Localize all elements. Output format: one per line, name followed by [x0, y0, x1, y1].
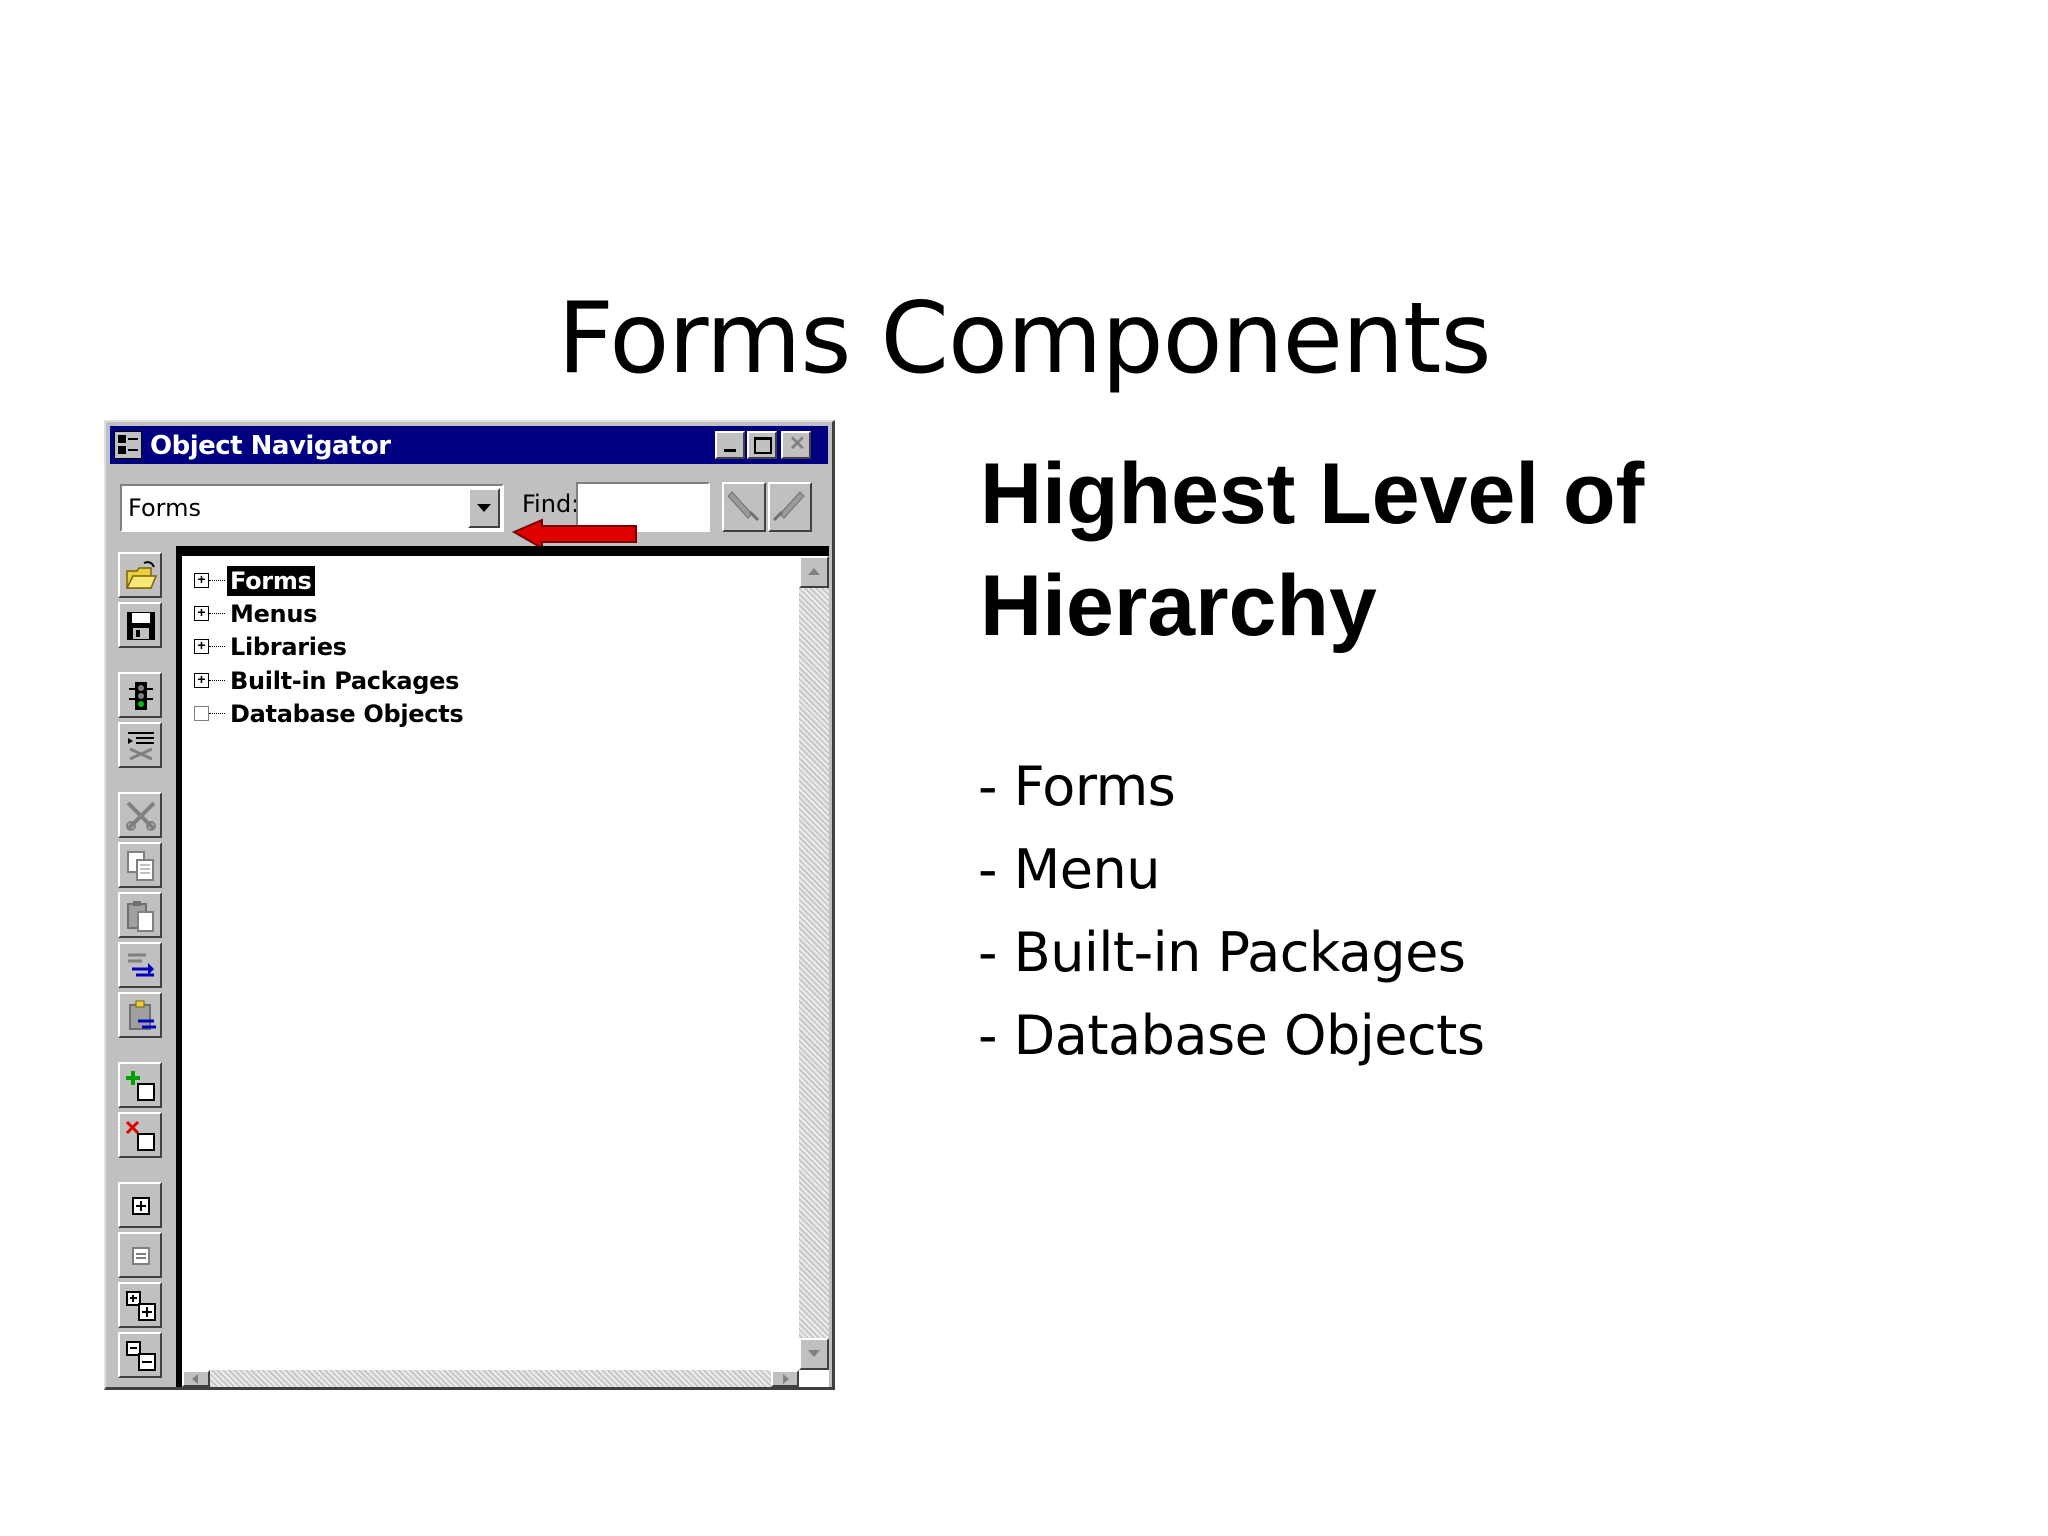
delete-icon	[125, 1120, 155, 1151]
find-label: Find:	[522, 490, 580, 518]
scroll-down-button[interactable]	[799, 1338, 829, 1370]
dropdown-value: Forms	[128, 494, 201, 522]
maximize-button[interactable]	[747, 431, 777, 459]
copy-icon	[127, 851, 154, 881]
object-type-dropdown[interactable]: Forms	[120, 484, 504, 532]
expand-node-icon[interactable]: +	[194, 605, 209, 621]
expand-all-button[interactable]	[118, 1282, 162, 1328]
slide-title: Forms Components	[557, 282, 1491, 396]
search-forward-button[interactable]	[722, 482, 766, 532]
object-tree-pane: + Forms + Menus + Libraries + Built-in P…	[176, 546, 829, 1387]
window-title: Object Navigator	[150, 431, 391, 461]
vertical-scrollbar[interactable]	[799, 556, 829, 1370]
empty-node-icon	[194, 706, 209, 721]
object-tree: + Forms + Menus + Libraries + Built-in P…	[182, 556, 799, 1370]
save-icon	[127, 612, 155, 640]
scroll-right-button[interactable]	[771, 1370, 799, 1387]
tree-node-label[interactable]: Libraries	[227, 632, 350, 662]
scroll-up-button[interactable]	[799, 556, 829, 588]
minimize-icon	[724, 449, 736, 452]
expand-button[interactable]	[118, 1182, 162, 1228]
arrow-right-icon	[783, 1374, 789, 1384]
collapse-icon	[132, 1247, 150, 1265]
slide-heading: Highest Level of Hierarchy	[980, 446, 1645, 654]
close-icon: ✕	[789, 433, 806, 455]
expand-icon	[132, 1197, 150, 1215]
bullet-forms: - Forms	[978, 755, 1176, 818]
maximize-icon	[754, 437, 772, 454]
tree-node-label[interactable]: Database Objects	[227, 699, 466, 729]
object-navigator-window: Object Navigator ✕ Forms Find: + Forms +…	[104, 420, 835, 1390]
collapse-all-icon	[126, 1341, 156, 1371]
title-bar[interactable]: Object Navigator ✕	[110, 426, 828, 464]
paste-icon	[127, 901, 154, 932]
object-navigator-app-icon	[114, 431, 142, 459]
save-button[interactable]	[118, 602, 162, 648]
expand-node-icon[interactable]: +	[194, 572, 209, 588]
bullet-menu: - Menu	[978, 838, 1160, 901]
run-button[interactable]	[118, 672, 162, 718]
collapse-all-button[interactable]	[118, 1332, 162, 1378]
paste-properties-icon	[129, 1000, 156, 1030]
bullet-list: - Forms - Menu - Built-in Packages - Dat…	[978, 745, 1485, 1077]
open-button[interactable]	[118, 552, 162, 598]
close-button[interactable]: ✕	[781, 431, 811, 459]
tree-node-label[interactable]: Menus	[227, 599, 320, 629]
flashlight-forward-icon	[727, 491, 760, 522]
paste-properties-button[interactable]	[118, 992, 162, 1038]
arrow-up-icon	[808, 568, 820, 575]
delete-button[interactable]	[118, 1112, 162, 1158]
cut-button[interactable]	[118, 792, 162, 838]
search-backward-button[interactable]	[768, 482, 812, 532]
expand-node-icon[interactable]: +	[194, 638, 209, 654]
scroll-left-button[interactable]	[182, 1370, 210, 1387]
copy-properties-icon	[128, 953, 154, 977]
copy-button[interactable]	[118, 842, 162, 888]
copy-properties-button[interactable]	[118, 942, 162, 988]
expand-all-icon	[126, 1291, 156, 1321]
collapse-button[interactable]	[118, 1232, 162, 1278]
paste-button[interactable]	[118, 892, 162, 938]
bullet-database-objects: - Database Objects	[978, 1004, 1485, 1067]
horizontal-scrollbar[interactable]	[182, 1370, 799, 1387]
debug-icon	[128, 732, 154, 761]
flashlight-backward-icon	[772, 491, 805, 522]
minimize-button[interactable]	[715, 431, 745, 459]
bullet-built-in-packages: - Built-in Packages	[978, 921, 1466, 984]
arrow-down-icon	[808, 1350, 820, 1357]
create-icon	[126, 1071, 155, 1101]
debug-button[interactable]	[118, 722, 162, 768]
chevron-down-icon[interactable]	[468, 488, 500, 528]
expand-node-icon[interactable]: +	[194, 672, 209, 688]
arrow-left-icon	[192, 1374, 198, 1384]
tree-node-label[interactable]: Forms	[227, 566, 315, 596]
open-icon	[125, 561, 158, 589]
tree-node-label[interactable]: Built-in Packages	[227, 666, 462, 696]
run-icon	[129, 682, 153, 710]
create-button[interactable]	[118, 1062, 162, 1108]
cut-icon	[126, 801, 156, 831]
scrollbar-corner	[799, 1370, 829, 1387]
